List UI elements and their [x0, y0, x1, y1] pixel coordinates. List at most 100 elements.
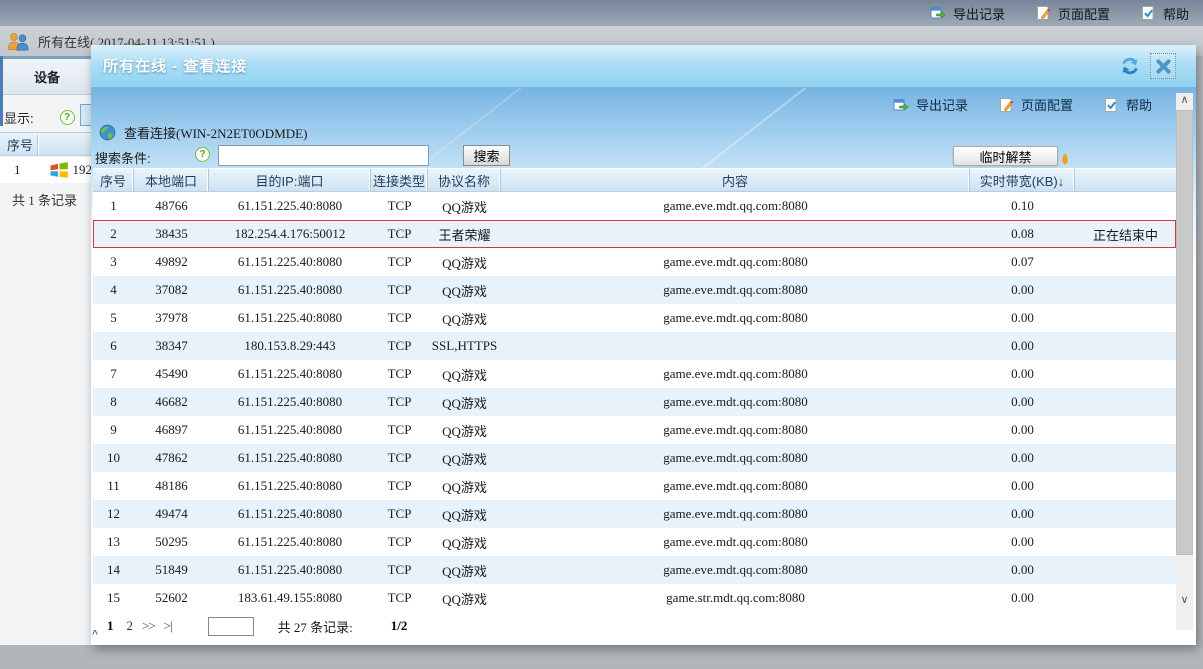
table-cell: 61.151.225.40:8080: [237, 198, 343, 213]
table-cell: QQ游戏: [442, 311, 487, 327]
page-number-2[interactable]: 2: [127, 618, 134, 634]
scroll-up-icon[interactable]: ∧: [1176, 93, 1193, 109]
table-row[interactable]: 14 51849 61.151.225.40:8080 TCP QQ游戏 game.eve…: [93, 556, 1176, 584]
table-cell: game.eve.mdt.qq.com:8080: [663, 534, 808, 549]
table-cell: 61.151.225.40:8080: [237, 534, 343, 549]
table-row[interactable]: 15 52602 183.61.49.155:8080 TCP QQ游戏 game.str…: [93, 584, 1176, 612]
column-header[interactable]: 本地端口: [134, 169, 209, 191]
table-cell: TCP: [387, 282, 412, 297]
table-cell: 0.00: [1011, 534, 1034, 549]
temporary-unban-button[interactable]: 临时解禁: [953, 146, 1058, 166]
next-page-button[interactable]: >>: [142, 618, 156, 634]
table-cell: [1075, 416, 1176, 444]
dialog-titlebar[interactable]: 所有在线 - 查看连接: [91, 45, 1196, 88]
help-icon: [1103, 97, 1119, 113]
table-cell: 14: [107, 562, 120, 577]
dialog-help-button[interactable]: 帮助: [1103, 95, 1152, 114]
table-cell: 9: [110, 422, 117, 437]
page-number-current[interactable]: 1: [107, 618, 114, 634]
table-cell: TCP: [387, 226, 412, 241]
pagination-bar: 1 2 >> >| 共 27 条记录: 1/2: [93, 612, 1176, 640]
device-row[interactable]: 1 192: [0, 157, 92, 183]
table-cell: 61.151.225.40:8080: [237, 366, 343, 381]
dialog-export-button[interactable]: 导出记录: [893, 95, 968, 114]
globe-icon: [99, 124, 116, 141]
records-total-label: 共 27 条记录:: [277, 619, 353, 635]
table-row[interactable]: 1 48766 61.151.225.40:8080 TCP QQ游戏 game.eve.…: [93, 192, 1176, 220]
table-row[interactable]: 7 45490 61.151.225.40:8080 TCP QQ游戏 game.eve.…: [93, 360, 1176, 388]
table-cell: [1075, 500, 1176, 528]
table-cell: game.eve.mdt.qq.com:8080: [663, 254, 808, 269]
page-config-icon: [1035, 5, 1051, 21]
question-icon[interactable]: ?: [195, 147, 210, 162]
table-cell: game.eve.mdt.qq.com:8080: [663, 366, 808, 381]
search-button[interactable]: 搜索: [463, 145, 510, 166]
help-label: 帮助: [1162, 6, 1189, 22]
table-cell: [1075, 276, 1176, 304]
table-cell: QQ游戏: [442, 451, 487, 467]
table-cell: 15: [107, 590, 120, 605]
display-label: 显示:: [4, 110, 34, 126]
scroll-down-icon[interactable]: ∨: [1176, 593, 1193, 609]
collapse-caret-icon[interactable]: ^: [92, 629, 98, 640]
table-cell: 61.151.225.40:8080: [237, 422, 343, 437]
table-row[interactable]: 4 37082 61.151.225.40:8080 TCP QQ游戏 game.eve.…: [93, 276, 1176, 304]
dialog-page-config-button[interactable]: 页面配置: [998, 95, 1073, 114]
column-header[interactable]: [1075, 169, 1176, 191]
display-select[interactable]: [80, 104, 91, 126]
table-cell: 38435: [155, 226, 188, 241]
table-cell: 5: [110, 310, 117, 325]
column-header[interactable]: 连接类型: [371, 169, 428, 191]
table-row[interactable]: 9 46897 61.151.225.40:8080 TCP QQ游戏 game.eve.…: [93, 416, 1176, 444]
table-row[interactable]: 3 49892 61.151.225.40:8080 TCP QQ游戏 game.eve.…: [93, 248, 1176, 276]
table-row[interactable]: 6 38347 180.153.8.29:443 TCP SSL,HTTPS 0.00: [93, 332, 1176, 360]
table-row[interactable]: 11 48186 61.151.225.40:8080 TCP QQ游戏 game.eve…: [93, 472, 1176, 500]
table-row[interactable]: 10 47862 61.151.225.40:8080 TCP QQ游戏 game.eve…: [93, 444, 1176, 472]
table-row[interactable]: 12 49474 61.151.225.40:8080 TCP QQ游戏 game.eve…: [93, 500, 1176, 528]
table-row[interactable]: 5 37978 61.151.225.40:8080 TCP QQ游戏 game.eve.…: [93, 304, 1176, 332]
table-cell: 38347: [155, 338, 188, 353]
top-toolbar: 导出记录 页面配置 帮助: [0, 0, 1203, 26]
scrollbar-thumb[interactable]: [1176, 110, 1193, 555]
table-cell: TCP: [387, 366, 412, 381]
tab-device[interactable]: 设备: [3, 59, 91, 95]
left-panel-total: 共 1 条记录: [12, 193, 78, 208]
page-config-icon: [998, 97, 1014, 113]
column-header[interactable]: 内容: [501, 169, 970, 191]
table-cell: [1075, 528, 1176, 556]
connections-table: 序号 本地端口 目的IP:端口 连接类型 协议名称 内容 实时带宽(KB)↓ 1 48766 6…: [93, 168, 1176, 612]
table-cell: [1075, 248, 1176, 276]
table-cell: TCP: [387, 254, 412, 269]
export-records-button[interactable]: 导出记录: [930, 4, 1005, 23]
close-icon[interactable]: [1150, 53, 1176, 79]
table-row[interactable]: 8 46682 61.151.225.40:8080 TCP QQ游戏 game.eve.…: [93, 388, 1176, 416]
help-icon: [1140, 5, 1156, 21]
question-icon[interactable]: ?: [59, 109, 75, 125]
table-cell: game.eve.mdt.qq.com:8080: [663, 506, 808, 521]
search-row: 搜索条件: ? 搜索 临时解禁: [95, 145, 1175, 167]
table-cell: [1075, 332, 1176, 360]
seq-column-header[interactable]: 序号: [0, 132, 91, 156]
table-cell: SSL,HTTPS: [431, 338, 498, 353]
vertical-scrollbar[interactable]: ∧ ∨: [1176, 93, 1193, 630]
table-cell: [1075, 360, 1176, 388]
column-header[interactable]: 目的IP:端口: [209, 169, 371, 191]
table-cell: 61.151.225.40:8080: [237, 282, 343, 297]
page-config-button[interactable]: 页面配置: [1035, 4, 1110, 23]
table-cell: 0.00: [1011, 282, 1034, 297]
table-cell: 0.00: [1011, 590, 1034, 605]
search-input[interactable]: [218, 145, 429, 166]
table-row[interactable]: 2 38435 182.254.4.176:50012 TCP 王者荣耀 0.08 正在结束…: [93, 220, 1176, 248]
column-header[interactable]: 协议名称: [428, 169, 501, 191]
screen: 导出记录 页面配置 帮助 所有在线( 2017-04-11 13:51:51 )…: [0, 0, 1203, 669]
column-header[interactable]: 序号: [93, 169, 134, 191]
table-row[interactable]: 13 50295 61.151.225.40:8080 TCP QQ游戏 game.eve…: [93, 528, 1176, 556]
table-cell: [501, 220, 970, 248]
table-cell: QQ游戏: [442, 423, 487, 439]
left-panel: 设备 显示: ? 序号 1 192 共 1 条记录: [0, 56, 92, 645]
column-header[interactable]: 实时带宽(KB)↓: [970, 169, 1075, 191]
refresh-icon[interactable]: [1118, 55, 1142, 79]
page-jump-input[interactable]: [207, 616, 254, 636]
help-button[interactable]: 帮助: [1140, 4, 1189, 23]
last-page-button[interactable]: >|: [164, 618, 173, 634]
